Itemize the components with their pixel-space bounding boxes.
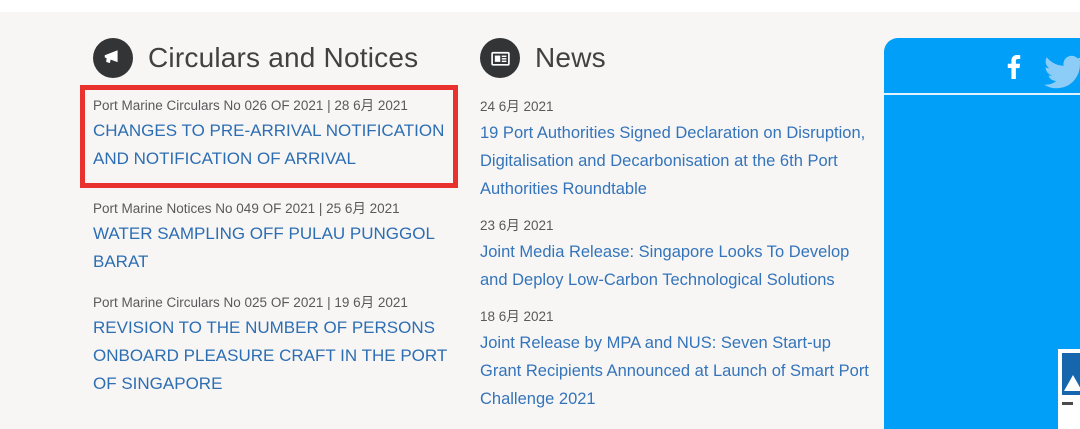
news-list: 24 6月 2021 19 Port Authorities Signed De… — [480, 98, 872, 413]
circular-meta: Port Marine Circulars No 025 OF 2021 | 1… — [93, 294, 451, 311]
tweet-text-fragment — [1062, 402, 1073, 405]
circular-item: Port Marine Circulars No 026 OF 2021 | 2… — [93, 97, 448, 173]
circular-meta: Port Marine Circulars No 026 OF 2021 | 2… — [93, 97, 448, 114]
news-title: News — [535, 42, 606, 74]
circulars-header: Circulars and Notices — [93, 38, 460, 78]
circular-link[interactable]: WATER SAMPLING OFF PULAU PUNGGOL BARAT — [93, 220, 451, 276]
news-item: 24 6月 2021 19 Port Authorities Signed De… — [480, 98, 872, 203]
social-panel — [884, 38, 1080, 429]
news-link[interactable]: Joint Media Release: Singapore Looks To … — [480, 238, 872, 294]
social-panel-header — [884, 38, 1080, 95]
circular-item: Port Marine Circulars No 025 OF 2021 | 1… — [80, 294, 458, 398]
highlight-box: Port Marine Circulars No 026 OF 2021 | 2… — [80, 85, 458, 188]
circular-link[interactable]: REVISION TO THE NUMBER OF PERSONS ONBOAR… — [93, 314, 451, 398]
news-section: News 24 6月 2021 19 Port Authorities Sign… — [480, 38, 872, 427]
megaphone-icon — [93, 38, 133, 78]
news-date: 23 6月 2021 — [480, 217, 872, 234]
news-item: 18 6月 2021 Joint Release by MPA and NUS:… — [480, 308, 872, 413]
news-link[interactable]: 19 Port Authorities Signed Declaration o… — [480, 119, 872, 203]
news-date: 18 6月 2021 — [480, 308, 872, 325]
tweet-card[interactable] — [1058, 349, 1080, 429]
news-date: 24 6月 2021 — [480, 98, 872, 115]
circulars-section: Circulars and Notices Port Marine Circul… — [80, 38, 460, 398]
news-link[interactable]: Joint Release by MPA and NUS: Seven Star… — [480, 329, 872, 413]
news-header: News — [480, 38, 872, 78]
top-strip — [0, 0, 1080, 12]
circular-link[interactable]: CHANGES TO PRE-ARRIVAL NOTIFICATION AND … — [93, 117, 448, 173]
circular-meta: Port Marine Notices No 049 OF 2021 | 25 … — [93, 200, 451, 217]
facebook-icon[interactable] — [998, 51, 1030, 83]
newspaper-icon — [480, 38, 520, 78]
page: { "page": { "background": "#f7f6f5", "to… — [0, 0, 1080, 429]
news-item: 23 6月 2021 Joint Media Release: Singapor… — [480, 217, 872, 294]
twitter-icon[interactable] — [1044, 52, 1080, 92]
circular-item: Port Marine Notices No 049 OF 2021 | 25 … — [80, 200, 458, 276]
avatar — [1062, 353, 1080, 395]
circulars-title: Circulars and Notices — [148, 42, 418, 74]
